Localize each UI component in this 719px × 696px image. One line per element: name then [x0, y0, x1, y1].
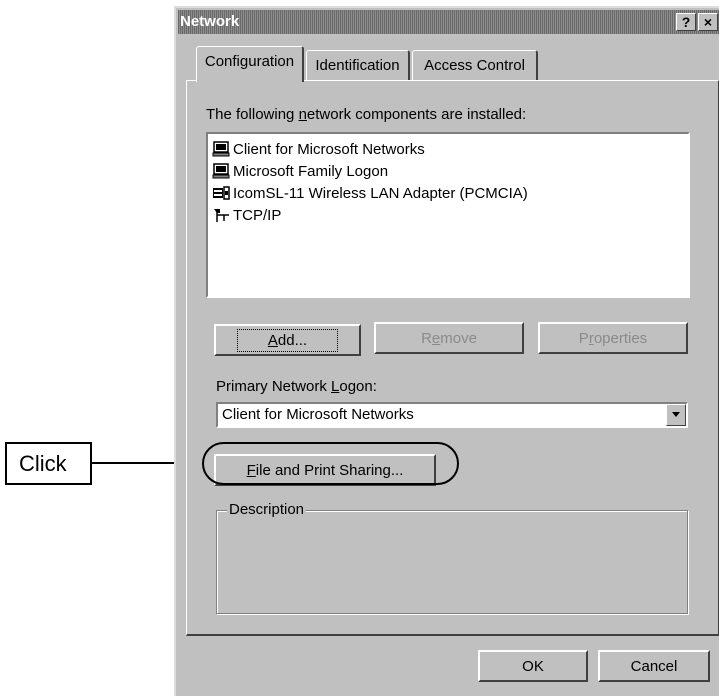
remove-button-label: Remove: [421, 329, 477, 347]
list-item[interactable]: Microsoft Family Logon: [212, 160, 388, 182]
tab-label: Configuration: [204, 53, 295, 70]
close-icon[interactable]: ×: [698, 13, 718, 31]
item-label: IcomSL-11 Wireless LAN Adapter (PCMCIA): [233, 184, 528, 202]
tab-configuration[interactable]: Configuration: [196, 46, 304, 82]
properties-button[interactable]: Properties: [538, 322, 688, 354]
list-item[interactable]: Client for Microsoft Networks: [212, 138, 425, 160]
primary-logon-select[interactable]: Client for Microsoft Networks: [216, 402, 688, 428]
network-dialog: Network ? × Configuration Identification…: [174, 6, 719, 696]
title-bar: Network ? ×: [178, 10, 719, 34]
ok-button[interactable]: OK: [478, 650, 588, 682]
highlight-oval: [202, 442, 459, 485]
add-button-label: Add...: [236, 328, 339, 352]
item-label: TCP/IP: [233, 206, 282, 224]
cancel-label: Cancel: [630, 657, 678, 675]
click-callout: Click: [5, 442, 92, 485]
description-group: Description: [216, 501, 688, 614]
cancel-button[interactable]: Cancel: [598, 650, 710, 682]
ok-label: OK: [522, 657, 544, 675]
callout-label: Click: [19, 450, 67, 476]
tab-access-control[interactable]: Access Control: [412, 50, 538, 80]
client-computer-icon: [212, 141, 230, 157]
tab-identification[interactable]: Identification: [306, 50, 410, 80]
help-icon[interactable]: ?: [676, 13, 696, 31]
network-adapter-icon: [213, 186, 230, 200]
list-item[interactable]: IcomSL-11 Wireless LAN Adapter (PCMCIA): [212, 182, 528, 204]
description-label: Description: [227, 501, 307, 518]
add-button[interactable]: Add...: [214, 324, 361, 356]
installed-components-label: The following network components are ins…: [206, 106, 527, 123]
list-item[interactable]: TCP/IP: [212, 204, 281, 226]
component-list[interactable]: Client for Microsoft Networks Microsoft …: [206, 132, 690, 298]
properties-button-label: Properties: [578, 329, 648, 347]
primary-logon-label: Primary Network Logon:: [216, 378, 377, 395]
tab-label: Identification: [315, 57, 400, 74]
client-computer-icon: [212, 163, 230, 179]
protocol-icon: [214, 209, 229, 222]
item-label: Client for Microsoft Networks: [233, 140, 425, 158]
tab-label: Access Control: [424, 57, 525, 74]
selected-value: Client for Microsoft Networks: [222, 406, 414, 423]
window-title: Network: [180, 13, 240, 30]
chevron-down-icon[interactable]: [666, 404, 686, 426]
item-label: Microsoft Family Logon: [233, 162, 389, 180]
remove-button[interactable]: Remove: [374, 322, 524, 354]
